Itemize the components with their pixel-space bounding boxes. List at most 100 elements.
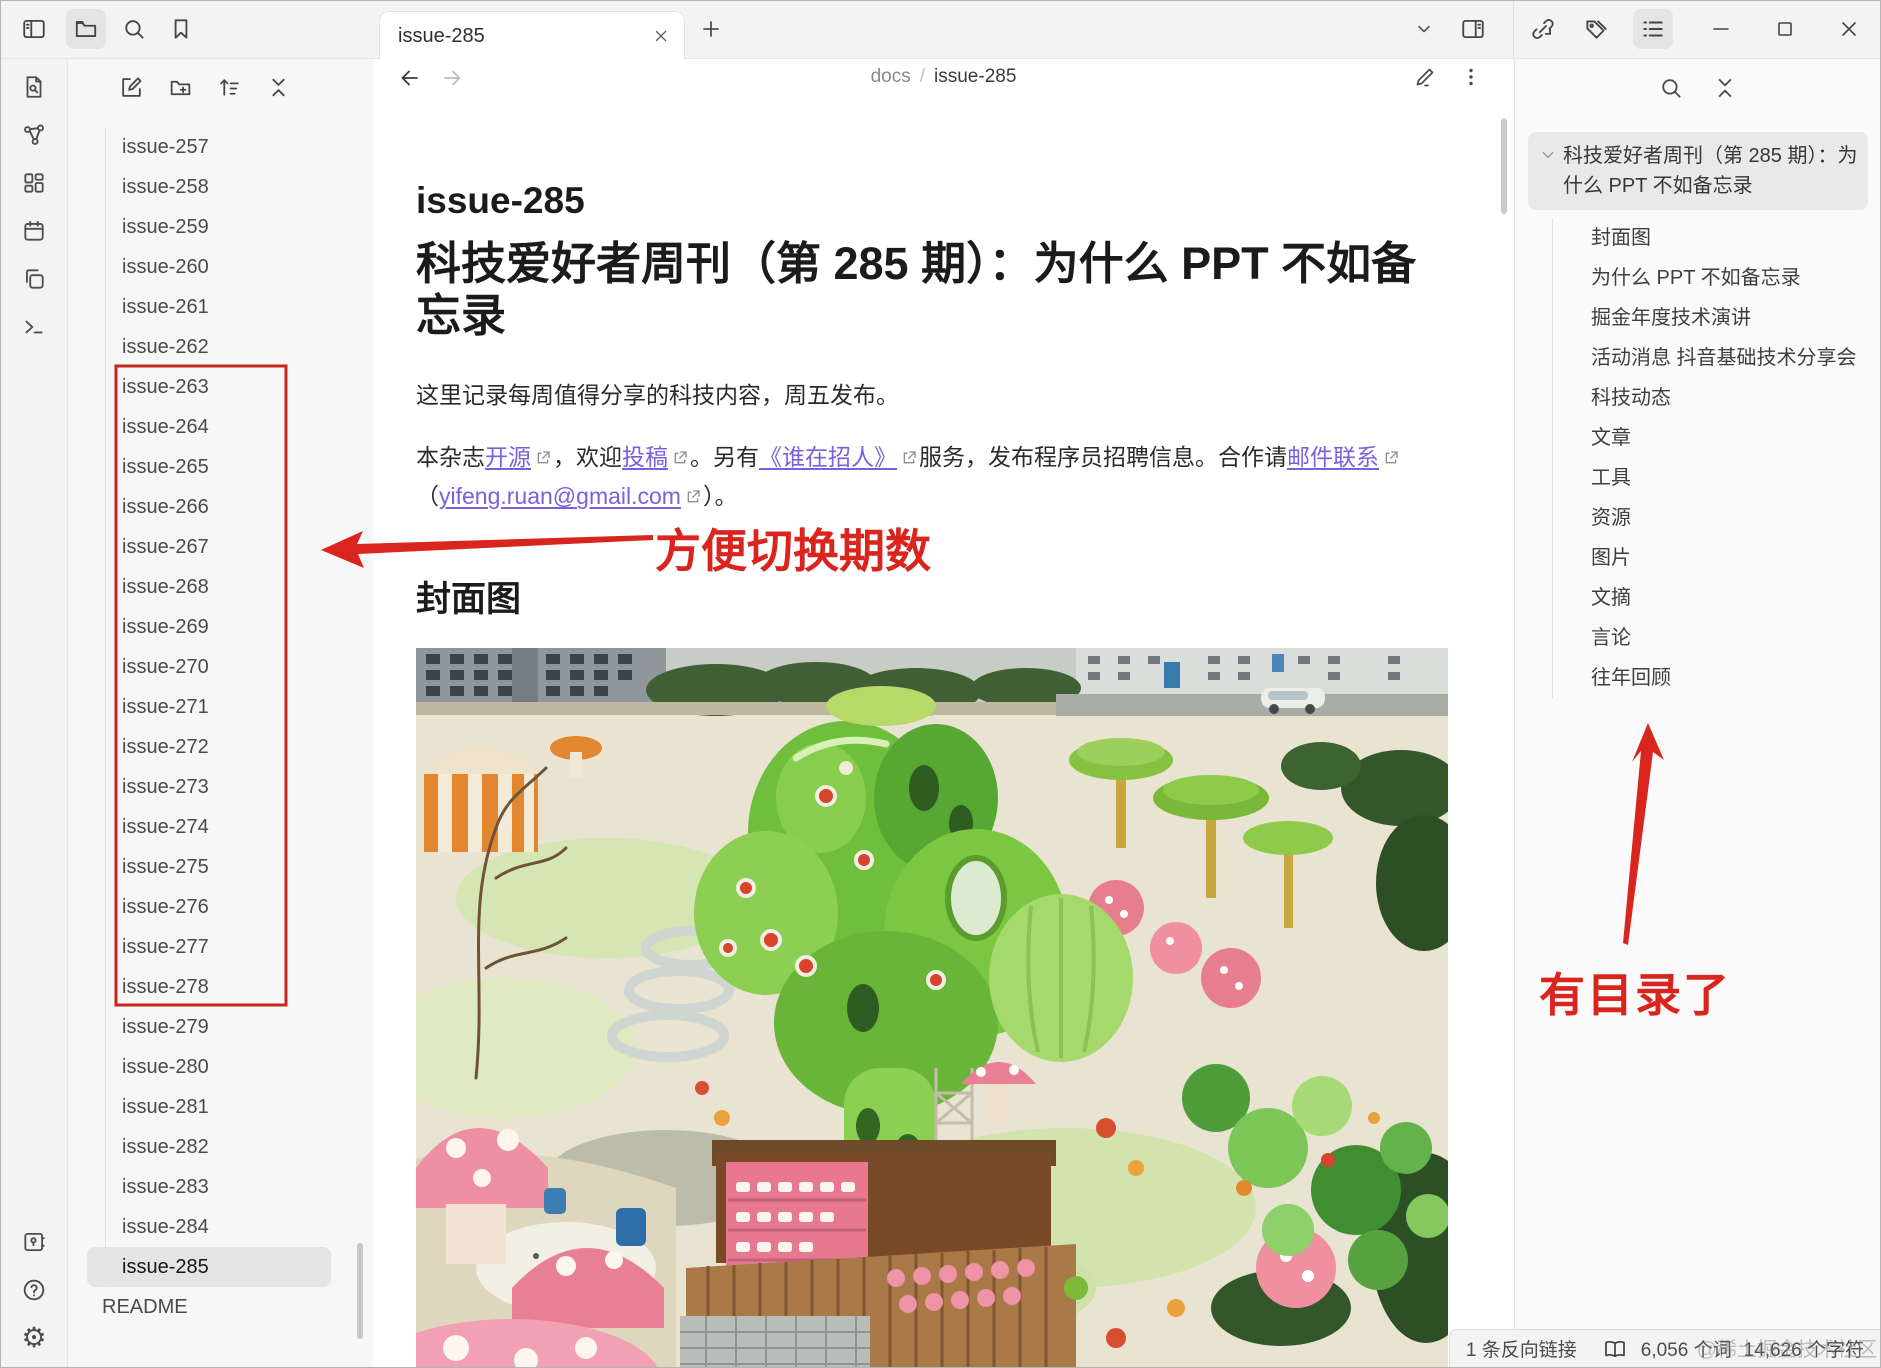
file-list-item[interactable]: issue-276	[87, 887, 331, 927]
file-list-item[interactable]: issue-275	[87, 847, 331, 887]
files-tab-icon[interactable]	[66, 9, 106, 49]
file-list-item[interactable]: issue-267	[87, 527, 331, 567]
file-list-item[interactable]: issue-281	[87, 1087, 331, 1127]
window-close-icon[interactable]	[1829, 9, 1869, 49]
file-list-item[interactable]: issue-282	[87, 1127, 331, 1167]
breadcrumb-parent[interactable]: docs	[871, 66, 911, 87]
tab-issue-285[interactable]: issue-285	[379, 11, 685, 60]
obsidian-window: issue-285 ⚙ issue-257 issue-258 issue-25…	[0, 0, 1881, 1368]
doc-link[interactable]: 《谁在招人》	[759, 444, 897, 470]
settings-gear-icon[interactable]: ⚙	[14, 1319, 54, 1357]
new-folder-icon[interactable]	[163, 70, 197, 104]
inline-title[interactable]: issue-285	[416, 180, 1448, 222]
edit-mode-icon[interactable]	[1413, 65, 1437, 89]
tab-close-icon[interactable]	[652, 27, 670, 45]
graph-view-icon[interactable]	[14, 116, 54, 154]
explorer-scrollbar[interactable]	[357, 1243, 363, 1339]
file-list-item[interactable]: issue-279	[87, 1007, 331, 1047]
outline-root-label: 科技爱好者周刊（第 285 期）：为什么 PPT 不如备忘录	[1563, 145, 1858, 197]
new-tab-icon[interactable]	[699, 17, 723, 41]
file-list-item[interactable]: issue-257	[87, 127, 331, 167]
left-sidebar-toggle-icon[interactable]	[14, 9, 54, 49]
file-list-item[interactable]: issue-261	[87, 287, 331, 327]
file-list-item[interactable]: issue-258	[87, 167, 331, 207]
external-link-icon	[897, 444, 919, 470]
editor-pane: docs / issue-285 issue-285 科技爱好者周刊（第 285 期…	[374, 58, 1513, 1367]
file-list-item[interactable]: issue-264	[87, 407, 331, 447]
window-minimize-icon[interactable]	[1701, 9, 1741, 49]
window-maximize-icon[interactable]	[1765, 9, 1805, 49]
collapse-all-icon[interactable]	[261, 70, 295, 104]
doc-link[interactable]: 开源	[485, 444, 531, 470]
outline-item[interactable]: 掘金年度技术演讲	[1553, 298, 1880, 338]
breadcrumb-separator: /	[919, 66, 926, 87]
doc-link[interactable]: 邮件联系	[1287, 444, 1379, 470]
tags-icon[interactable]	[1576, 9, 1616, 49]
outline-item[interactable]: 为什么 PPT 不如备忘录	[1553, 258, 1880, 298]
breadcrumb-current[interactable]: issue-285	[934, 66, 1016, 87]
outline-item[interactable]: 封面图	[1553, 218, 1880, 258]
quick-switcher-icon[interactable]	[14, 68, 54, 106]
outline-item[interactable]: 活动消息 抖音基础技术分享会	[1553, 338, 1880, 378]
backlinks-count[interactable]: 1 条反向链接	[1466, 1335, 1577, 1362]
annotation-text-files: 方便切换期数	[655, 525, 931, 577]
doc-link[interactable]: yifeng.ruan@gmail.com	[439, 483, 681, 509]
more-options-icon[interactable]	[1459, 65, 1483, 89]
outgoing-links-icon[interactable]	[1523, 9, 1563, 49]
file-list-item[interactable]: issue-273	[87, 767, 331, 807]
outline-item[interactable]: 文摘	[1553, 578, 1880, 618]
outline-item[interactable]: 文章	[1553, 418, 1880, 458]
file-list-item-readme[interactable]: README	[87, 1287, 331, 1327]
bookmarks-tab-icon[interactable]	[161, 9, 201, 49]
file-list-item[interactable]: issue-260	[87, 247, 331, 287]
file-list-item[interactable]: issue-278	[87, 967, 331, 1007]
outline-root-item[interactable]: 科技爱好者周刊（第 285 期）：为什么 PPT 不如备忘录	[1528, 132, 1868, 210]
file-list-item[interactable]: issue-272	[87, 727, 331, 767]
outline-item[interactable]: 图片	[1553, 538, 1880, 578]
cover-image	[416, 647, 1448, 1367]
canvas-icon[interactable]	[14, 164, 54, 202]
outline-item[interactable]: 工具	[1553, 458, 1880, 498]
file-list-item[interactable]: issue-268	[87, 567, 331, 607]
doc-link[interactable]: 投稿	[622, 444, 668, 470]
file-list-item[interactable]: issue-263	[87, 367, 331, 407]
file-list-item[interactable]: issue-266	[87, 487, 331, 527]
daily-note-calendar-icon[interactable]	[14, 212, 54, 250]
templates-copy-icon[interactable]	[14, 260, 54, 298]
file-list-item[interactable]: issue-277	[87, 927, 331, 967]
outline-item[interactable]: 科技动态	[1553, 378, 1880, 418]
editor-scrollbar[interactable]	[1501, 118, 1507, 214]
tab-list-chevron-icon[interactable]	[1407, 9, 1441, 49]
sort-order-icon[interactable]	[212, 70, 246, 104]
outline-search-icon[interactable]	[1658, 75, 1684, 101]
file-list: issue-257 issue-258 issue-259 issue-260 …	[68, 127, 373, 1287]
vault-switcher-icon[interactable]	[14, 1223, 54, 1261]
file-list-item[interactable]: issue-270	[87, 647, 331, 687]
explorer-actions	[68, 58, 373, 116]
outline-item[interactable]: 往年回顾	[1553, 658, 1880, 698]
new-note-icon[interactable]	[114, 70, 148, 104]
file-explorer: issue-257 issue-258 issue-259 issue-260 …	[68, 58, 373, 1367]
right-sidebar-toggle-icon[interactable]	[1453, 9, 1493, 49]
file-list-item[interactable]: issue-271	[87, 687, 331, 727]
file-list-item[interactable]: issue-283	[87, 1167, 331, 1207]
terminal-icon[interactable]	[14, 308, 54, 346]
file-list-item[interactable]: issue-284	[87, 1207, 331, 1247]
outline-view-icon[interactable]	[1633, 9, 1673, 49]
outline-collapse-icon[interactable]	[1712, 75, 1738, 101]
file-list-item[interactable]: issue-274	[87, 807, 331, 847]
file-list-item[interactable]: issue-262	[87, 327, 331, 367]
outline-item[interactable]: 言论	[1553, 618, 1880, 658]
file-list-item[interactable]: issue-285	[87, 1247, 331, 1287]
file-list-item[interactable]: issue-269	[87, 607, 331, 647]
external-link-icon	[1379, 444, 1401, 470]
chevron-down-icon[interactable]	[1540, 147, 1556, 201]
file-list-item[interactable]: issue-259	[87, 207, 331, 247]
help-icon[interactable]	[14, 1271, 54, 1309]
file-list-item[interactable]: issue-280	[87, 1047, 331, 1087]
search-tab-icon[interactable]	[114, 9, 154, 49]
outline-list: 封面图 为什么 PPT 不如备忘录 掘金年度技术演讲 活动消息 抖音基础技术分享…	[1552, 218, 1880, 698]
document-body: issue-285 科技爱好者周刊（第 285 期）：为什么 PPT 不如备忘录…	[374, 180, 1448, 1367]
outline-item[interactable]: 资源	[1553, 498, 1880, 538]
file-list-item[interactable]: issue-265	[87, 447, 331, 487]
